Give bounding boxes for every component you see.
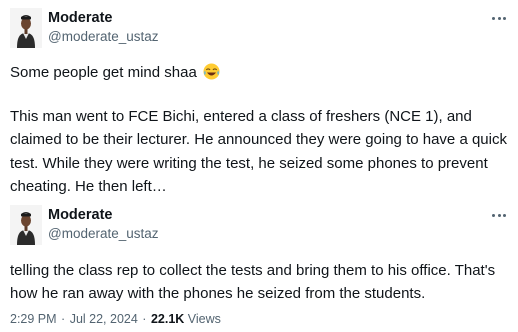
avatar[interactable] — [10, 205, 42, 245]
meta-separator: · — [61, 312, 66, 326]
avatar[interactable] — [10, 8, 42, 48]
author-handle[interactable]: @moderate_ustaz — [48, 226, 159, 241]
face-with-tears-of-joy-icon — [203, 63, 220, 80]
post2-body: telling the class rep to collect the tes… — [10, 262, 496, 303]
more-dots-icon[interactable] — [488, 205, 510, 225]
post1-body: This man went to FCE Bichi, entered a cl… — [10, 108, 507, 196]
post1-line1-text: Some people get mind shaa — [10, 64, 197, 81]
author-name[interactable]: Moderate — [48, 10, 112, 26]
thread: Moderate @moderate_ustaz Some people get… — [0, 0, 518, 332]
author-name[interactable]: Moderate — [48, 207, 112, 223]
post1-header: Moderate @moderate_ustaz — [10, 8, 510, 48]
more-dots-icon[interactable] — [488, 8, 510, 28]
post1-first-line: Some people get mind shaa — [10, 61, 510, 84]
views-label: Views — [187, 312, 221, 326]
post2-header: Moderate @moderate_ustaz — [10, 205, 510, 245]
views-count: 22.1K — [150, 312, 185, 326]
author-handle[interactable]: @moderate_ustaz — [48, 29, 159, 44]
post-meta: 2:29 PM · Jul 22, 2024 · 22.1K Views — [10, 312, 221, 326]
meta-separator: · — [142, 312, 147, 326]
post-date[interactable]: Jul 22, 2024 — [70, 312, 138, 326]
post-time[interactable]: 2:29 PM — [10, 312, 57, 326]
